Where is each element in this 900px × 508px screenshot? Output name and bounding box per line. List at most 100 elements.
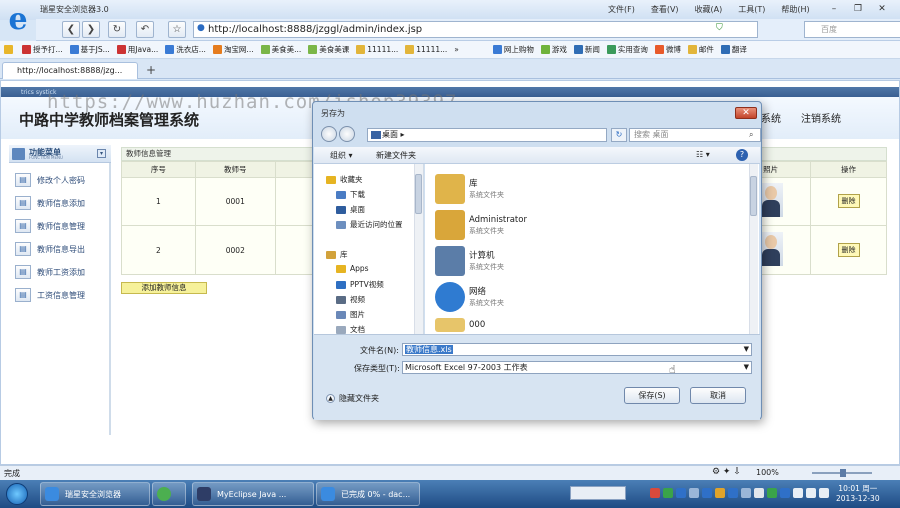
path-segment[interactable]: 桌面: [382, 130, 398, 139]
favorite-item[interactable]: 11111...: [405, 45, 447, 54]
favorite-item[interactable]: 11111...: [356, 45, 398, 54]
clock[interactable]: 10:01 周一 2013-12-30: [836, 484, 880, 504]
tree-item-desktop[interactable]: 桌面: [336, 204, 365, 215]
dialog-path-bar[interactable]: 桌面 ▸: [367, 128, 607, 142]
tray-icon[interactable]: [741, 488, 751, 498]
help-icon[interactable]: ?: [736, 149, 748, 161]
favorite-item[interactable]: 美食美...: [260, 44, 301, 55]
forward-button[interactable]: ❯: [82, 21, 100, 38]
filename-value[interactable]: 教师信息.xls: [405, 345, 453, 354]
nav-link-logout[interactable]: 注销系统: [801, 110, 841, 125]
file-item[interactable]: Administrator 系统文件夹: [435, 210, 527, 240]
chevron-down-icon[interactable]: ▼: [744, 344, 749, 355]
favorite-item[interactable]: 网上购物: [492, 44, 534, 55]
taskbar-item-download[interactable]: 已完成 0% - dac...: [316, 482, 420, 506]
menu-tools[interactable]: 工具(T): [738, 4, 765, 15]
tray-icon[interactable]: [767, 488, 777, 498]
menu-view[interactable]: 查看(V): [651, 4, 679, 15]
menu-help[interactable]: 帮助(H): [781, 4, 809, 15]
favorite-item[interactable]: 用Java...: [116, 44, 158, 55]
tree-item-pptv[interactable]: PPTV视频: [336, 279, 384, 290]
menu-file[interactable]: 文件(F): [608, 4, 635, 15]
scrollbar-thumb[interactable]: [415, 174, 422, 214]
shield-icon[interactable]: ⛉: [716, 23, 723, 33]
start-button[interactable]: [6, 483, 28, 505]
taskbar-item-browser[interactable]: 瑞星安全浏览器: [40, 482, 150, 506]
dialog-forward-icon[interactable]: [339, 126, 355, 142]
tray-icon[interactable]: [754, 488, 764, 498]
search-input[interactable]: 百度: [804, 21, 900, 38]
tray-icon[interactable]: [702, 488, 712, 498]
favorites-more-icon[interactable]: »: [454, 45, 459, 54]
zoom-slider-thumb[interactable]: [840, 469, 846, 477]
tray-icon[interactable]: [728, 488, 738, 498]
file-item[interactable]: 计算机 系统文件夹: [435, 246, 504, 276]
dialog-close-icon[interactable]: ✕: [735, 107, 757, 119]
dialog-back-icon[interactable]: [321, 126, 337, 142]
file-item[interactable]: 库系统文件夹: [435, 174, 504, 204]
tray-icon[interactable]: [819, 488, 829, 498]
language-bar[interactable]: [570, 486, 626, 500]
add-teacher-button[interactable]: 添加教师信息: [121, 282, 207, 294]
dialog-refresh-icon[interactable]: ↻: [611, 128, 627, 142]
tree-item-favorites[interactable]: 收藏夹: [326, 174, 363, 185]
tray-icon[interactable]: [663, 488, 673, 498]
file-item[interactable]: 000: [435, 318, 485, 332]
tree-item-pictures[interactable]: 图片: [336, 309, 365, 320]
sidebar-item-manage-teacher[interactable]: ▤ 教师信息管理: [15, 217, 111, 235]
nav-link-system[interactable]: 系统: [761, 110, 781, 125]
sidebar-item-add-salary[interactable]: ▤ 教师工资添加: [15, 263, 111, 281]
collapse-icon[interactable]: ▾: [97, 149, 106, 158]
favorite-item[interactable]: 淘宝网...: [212, 44, 254, 55]
sidebar-item-manage-salary[interactable]: ▤ 工资信息管理: [15, 286, 111, 304]
taskbar-item-app[interactable]: [152, 482, 186, 506]
tree-item-apps[interactable]: Apps: [336, 264, 369, 273]
favorite-item[interactable]: 微博: [654, 44, 681, 55]
tray-icon[interactable]: [806, 488, 816, 498]
browser-tab[interactable]: http://localhost:8888/jzg...: [2, 62, 138, 79]
tree-item-recent[interactable]: 最近访问的位置: [336, 219, 403, 230]
filename-input[interactable]: 教师信息.xls ▼: [402, 343, 752, 356]
scrollbar-thumb[interactable]: [750, 176, 757, 216]
undo-icon[interactable]: ↶: [136, 21, 154, 38]
sidebar-item-add-teacher[interactable]: ▤ 教师信息添加: [15, 194, 111, 212]
tray-icon[interactable]: [689, 488, 699, 498]
close-icon[interactable]: ✕: [872, 2, 892, 16]
favorites-star-icon[interactable]: [4, 45, 15, 54]
favorite-item[interactable]: 实用查询: [606, 44, 648, 55]
filetype-select[interactable]: Microsoft Excel 97-2003 工作表 ▼: [402, 361, 752, 374]
star-icon[interactable]: ☆: [168, 21, 186, 38]
minimize-icon[interactable]: –: [824, 2, 844, 16]
address-bar[interactable]: http://localhost:8888/jzggl/admin/index.…: [193, 21, 758, 38]
path-arrow-icon[interactable]: ▸: [401, 130, 405, 139]
new-folder-button[interactable]: 新建文件夹: [376, 150, 416, 161]
menu-favorites[interactable]: 收藏(A): [695, 4, 723, 15]
organize-button[interactable]: 组织 ▾: [330, 150, 353, 161]
new-tab-icon[interactable]: +: [146, 63, 156, 77]
tray-icon[interactable]: [793, 488, 803, 498]
search-icon[interactable]: ⌕: [749, 130, 753, 140]
favorite-item[interactable]: 新闻: [573, 44, 600, 55]
favorite-item[interactable]: 基于JS...: [69, 44, 110, 55]
tree-item-downloads[interactable]: 下载: [336, 189, 365, 200]
tree-item-libraries[interactable]: 库: [326, 249, 348, 260]
tree-item-videos[interactable]: 视频: [336, 294, 365, 305]
sidebar-item-export-teacher[interactable]: ▤ 教师信息导出: [15, 240, 111, 258]
restore-icon[interactable]: ❐: [848, 2, 868, 16]
hide-folders-toggle[interactable]: ▲ 隐藏文件夹: [326, 393, 379, 404]
delete-button[interactable]: 删除: [837, 194, 860, 209]
refresh-icon[interactable]: ↻: [108, 21, 126, 38]
sidebar-item-change-password[interactable]: ▤ 修改个人密码: [15, 171, 111, 189]
tray-icon[interactable]: [780, 488, 790, 498]
favorite-item[interactable]: 翻译: [720, 44, 747, 55]
view-options-icon[interactable]: ☷ ▾: [696, 150, 710, 159]
dialog-search-input[interactable]: 搜索 桌面: [629, 128, 761, 142]
favorite-item[interactable]: 游戏: [540, 44, 567, 55]
save-button[interactable]: 保存(S): [624, 387, 680, 404]
cancel-button[interactable]: 取消: [690, 387, 746, 404]
favorite-item[interactable]: 洗衣店...: [165, 44, 206, 55]
tray-icon[interactable]: [650, 488, 660, 498]
chevron-down-icon[interactable]: ▼: [744, 362, 749, 373]
zoom-level[interactable]: 100%: [756, 468, 779, 477]
taskbar-item-myeclipse[interactable]: MyEclipse Java ...: [192, 482, 314, 506]
